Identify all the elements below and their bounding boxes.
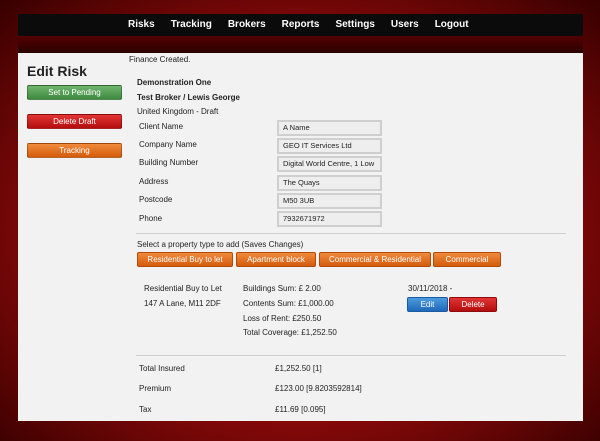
total-insured-label: Total Insured [139, 364, 185, 373]
page-title: Edit Risk [27, 63, 87, 79]
buildings-sum: Buildings Sum: £ 2.00 [243, 284, 321, 293]
nav-menu: Risks Tracking Brokers Reports Settings … [128, 19, 485, 30]
add-apartment-block-button[interactable]: Apartment block [236, 252, 316, 267]
nav-item-settings[interactable]: Settings [335, 19, 374, 30]
contents-sum: Contents Sum: £1,000.00 [243, 299, 334, 308]
property-type: Residential Buy to Let [144, 284, 222, 293]
address-label: Address [139, 177, 169, 186]
top-nav-bar: Risks Tracking Brokers Reports Settings … [18, 14, 583, 36]
delete-property-button[interactable]: Delete [449, 297, 497, 312]
company-name-label: Company Name [139, 140, 197, 149]
tax-label: Tax [139, 405, 152, 414]
add-residential-buy-to-let-button[interactable]: Residential Buy to let [137, 252, 233, 267]
client-name-field[interactable]: A Name [277, 120, 382, 136]
address-field[interactable]: The Quays [277, 175, 382, 191]
nav-item-logout[interactable]: Logout [435, 19, 469, 30]
premium-label: Premium [139, 384, 172, 393]
header-band [18, 36, 583, 53]
tracking-button[interactable]: Tracking [27, 143, 122, 158]
postcode-field[interactable]: M50 3UB [277, 193, 382, 209]
status-line: United Kingdom - Draft [137, 107, 219, 116]
nav-item-tracking[interactable]: Tracking [171, 19, 212, 30]
nav-item-brokers[interactable]: Brokers [228, 19, 266, 30]
loss-of-rent: Loss of Rent: £250.50 [243, 314, 322, 323]
phone-label: Phone [139, 214, 163, 223]
edit-property-button[interactable]: Edit [407, 297, 448, 312]
set-to-pending-button[interactable]: Set to Pending [27, 85, 122, 100]
risk-name: Demonstration One [137, 78, 212, 87]
content-panel: Edit Risk Set to Pending Delete Draft Tr… [18, 53, 583, 421]
phone-field[interactable]: 7932671972 [277, 211, 382, 227]
total-insured-value: £1,252.50 [1] [275, 364, 322, 373]
total-coverage: Total Coverage: £1,252.50 [243, 328, 337, 337]
nav-item-users[interactable]: Users [391, 19, 419, 30]
add-commercial-residential-button[interactable]: Commercial & Residential [319, 252, 431, 267]
nav-item-reports[interactable]: Reports [282, 19, 320, 30]
tax-value: £11.69 [0.095] [275, 405, 326, 414]
broker-line: Test Broker / Lewis George [137, 93, 240, 102]
company-name-field[interactable]: GEO IT Services Ltd [277, 138, 382, 154]
property-type-prompt: Select a property type to add (Saves Cha… [137, 240, 304, 249]
divider [136, 233, 566, 234]
building-number-field[interactable]: Digital World Centre, 1 Low [277, 156, 382, 172]
flash-message: Finance Created. [129, 55, 191, 64]
add-commercial-button[interactable]: Commercial [433, 252, 501, 267]
delete-draft-button[interactable]: Delete Draft [27, 114, 122, 129]
building-number-label: Building Number [139, 158, 199, 167]
property-address: 147 A Lane, M11 2DF [144, 299, 221, 308]
risk-details: Finance Created. Demonstration One Test … [129, 53, 576, 421]
divider [136, 355, 566, 356]
nav-item-risks[interactable]: Risks [128, 19, 155, 30]
client-name-label: Client Name [139, 122, 184, 131]
premium-value: £123.00 [9.8203592814] [275, 384, 362, 393]
postcode-label: Postcode [139, 195, 173, 204]
property-date: 30/11/2018 - [408, 284, 453, 293]
